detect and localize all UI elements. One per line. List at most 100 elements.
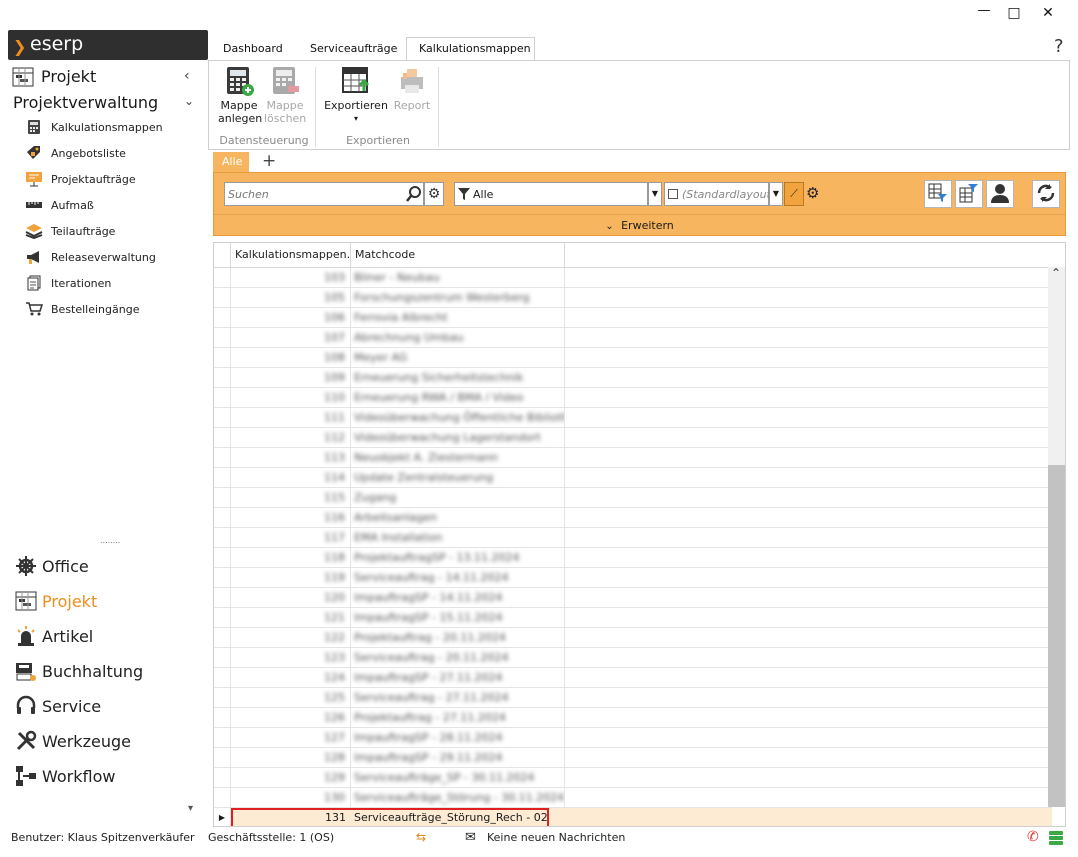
- layout-save-button[interactable]: ⟋: [784, 182, 804, 206]
- table-row[interactable]: 110 Erneuerung RWA / BMA / Video: [214, 388, 1052, 408]
- table-row[interactable]: 108 Meyer AG: [214, 348, 1052, 368]
- sidebar-item-releaseverwaltung[interactable]: Releaseverwaltung: [24, 247, 156, 267]
- cell-matchcode[interactable]: Serviceauftrag - 27.11.2024: [351, 688, 565, 708]
- row-indicator[interactable]: [214, 588, 231, 608]
- cell-number[interactable]: 117: [231, 528, 351, 548]
- cell-matchcode[interactable]: Erneuerung RWA / BMA / Video: [351, 388, 565, 408]
- sidebar-splitter[interactable]: ........: [100, 536, 120, 545]
- table-row[interactable]: 117 EMA Installation: [214, 528, 1052, 548]
- cell-number[interactable]: 119: [231, 568, 351, 588]
- table-row[interactable]: 122 Projektauftrag - 20.11.2024: [214, 628, 1052, 648]
- row-indicator[interactable]: [214, 748, 231, 768]
- table-row[interactable]: 113 Neuobjekt A. Ziestermann: [214, 448, 1052, 468]
- cell-number[interactable]: 121: [231, 608, 351, 628]
- sidebar-item-teilauftr-ge[interactable]: Teilaufträge: [24, 221, 115, 241]
- cell-number[interactable]: 126: [231, 708, 351, 728]
- add-tab-button[interactable]: +: [262, 151, 276, 171]
- cell-matchcode[interactable]: Meyer AG: [351, 348, 565, 368]
- cell-matchcode[interactable]: Zugang: [351, 488, 565, 508]
- table-row[interactable]: 121 ImpauftragSP - 15.11.2024: [214, 608, 1052, 628]
- cell-matchcode[interactable]: EMA Installation: [351, 528, 565, 548]
- row-indicator[interactable]: [214, 688, 231, 708]
- cell-number[interactable]: 115: [231, 488, 351, 508]
- branch-switch-icon[interactable]: ⇆: [416, 830, 426, 844]
- cell-number[interactable]: 109: [231, 368, 351, 388]
- close-button[interactable]: ✕: [1034, 4, 1062, 22]
- module-projekt[interactable]: Projekt: [14, 587, 97, 615]
- row-indicator[interactable]: [214, 508, 231, 528]
- cell-number[interactable]: 125: [231, 688, 351, 708]
- row-indicator[interactable]: [214, 728, 231, 748]
- messages-status[interactable]: Keine neuen Nachrichten: [487, 831, 625, 844]
- row-indicator[interactable]: [214, 668, 231, 688]
- table-row-selected[interactable]: ▶ 131 Serviceaufträge_Störung_Rech - 02.12…: [214, 808, 1052, 826]
- module-buchhaltung[interactable]: Buchhaltung: [14, 657, 143, 685]
- table-row[interactable]: 118 ProjektauftragSP - 13.11.2024: [214, 548, 1052, 568]
- cell-matchcode[interactable]: Projektauftrag - 20.11.2024: [351, 628, 565, 648]
- row-indicator[interactable]: [214, 768, 231, 788]
- row-indicator[interactable]: [214, 428, 231, 448]
- table-row[interactable]: 105 Forschungszentrum Westerberg: [214, 288, 1052, 308]
- search-input[interactable]: Suchen: [224, 182, 424, 206]
- cell-number[interactable]: 118: [231, 548, 351, 568]
- export-button[interactable]: Exportieren ▾: [323, 65, 389, 125]
- row-indicator[interactable]: [214, 548, 231, 568]
- cell-matchcode[interactable]: ImpauftragSP - 29.11.2024: [351, 748, 565, 768]
- filter-edit-button[interactable]: [955, 180, 983, 208]
- cell-matchcode[interactable]: Erneuerung Sicherheitstechnik: [351, 368, 565, 388]
- cell-number[interactable]: 106: [231, 308, 351, 328]
- column-header-matchcode[interactable]: Matchcode: [351, 243, 565, 267]
- cell-number[interactable]: 120: [231, 588, 351, 608]
- row-indicator[interactable]: [214, 528, 231, 548]
- cell-number[interactable]: 113: [231, 448, 351, 468]
- row-indicator[interactable]: [214, 468, 231, 488]
- row-indicator[interactable]: [214, 268, 231, 288]
- cell-number[interactable]: 114: [231, 468, 351, 488]
- cell-matchcode[interactable]: Abrechnung Umbau: [351, 328, 565, 348]
- filter-select[interactable]: Alle: [454, 182, 648, 206]
- cell-number[interactable]: 129: [231, 768, 351, 788]
- search-icon[interactable]: [405, 185, 423, 206]
- scrollbar-thumb[interactable]: [1048, 465, 1065, 807]
- cell-matchcode[interactable]: Serviceaufträge_Störung - 30.11.2024: [351, 788, 565, 808]
- table-row[interactable]: 130 Serviceaufträge_Störung - 30.11.2024: [214, 788, 1052, 808]
- column-header-kalkulationsmappen[interactable]: Kalkulationsmappen...: [231, 243, 351, 267]
- row-indicator[interactable]: [214, 288, 231, 308]
- cell-number[interactable]: 122: [231, 628, 351, 648]
- table-row[interactable]: 111 Videoüberwachung Öffentliche Biblioth…: [214, 408, 1052, 428]
- chevron-left-icon[interactable]: ‹: [184, 68, 190, 84]
- cell-matchcode[interactable]: Ferrovia Albrecht: [351, 308, 565, 328]
- cell-matchcode[interactable]: Serviceaufträge_SP - 30.11.2024: [351, 768, 565, 788]
- cell-matchcode[interactable]: Update Zentralsteuerung: [351, 468, 565, 488]
- cell-matchcode[interactable]: Bliner - Neubau: [351, 268, 565, 288]
- cell-number[interactable]: 124: [231, 668, 351, 688]
- cell-number[interactable]: 131: [231, 808, 351, 826]
- sidebar-item-kalkulationsmappen[interactable]: Kalkulationsmappen: [24, 117, 163, 137]
- module-service[interactable]: Service: [14, 692, 101, 720]
- layout-select[interactable]: (Standardlayout): [664, 182, 775, 206]
- sidebar-item-iterationen[interactable]: Iterationen: [24, 273, 111, 293]
- table-row[interactable]: 119 Serviceauftrag - 14.11.2024: [214, 568, 1052, 588]
- table-row[interactable]: 115 Zugang: [214, 488, 1052, 508]
- help-button[interactable]: ?: [1054, 36, 1064, 57]
- cell-number[interactable]: 110: [231, 388, 351, 408]
- maximize-button[interactable]: □: [1000, 4, 1028, 22]
- table-row[interactable]: 126 Projektauftrag - 27.11.2024: [214, 708, 1052, 728]
- cell-matchcode[interactable]: ImpauftragSP - 14.11.2024: [351, 588, 565, 608]
- cell-number[interactable]: 105: [231, 288, 351, 308]
- table-row[interactable]: 124 ImpauftragSP - 27.11.2024: [214, 668, 1052, 688]
- table-row[interactable]: 106 Ferrovia Albrecht: [214, 308, 1052, 328]
- sidebar-item-angebotsliste[interactable]: Angebotsliste: [24, 143, 126, 163]
- row-indicator[interactable]: [214, 648, 231, 668]
- sidebar-item-bestelleing-nge[interactable]: Bestelleingänge: [24, 299, 139, 319]
- refresh-button[interactable]: [1032, 180, 1060, 208]
- row-indicator[interactable]: [214, 328, 231, 348]
- layout-settings-button[interactable]: ⚙: [806, 184, 819, 202]
- cell-number[interactable]: 123: [231, 648, 351, 668]
- cell-number[interactable]: 130: [231, 788, 351, 808]
- cell-matchcode[interactable]: ImpauftragSP - 27.11.2024: [351, 668, 565, 688]
- tab-dashboard[interactable]: Dashboard: [211, 38, 295, 60]
- row-indicator[interactable]: [214, 308, 231, 328]
- cell-number[interactable]: 107: [231, 328, 351, 348]
- row-indicator[interactable]: [214, 788, 231, 808]
